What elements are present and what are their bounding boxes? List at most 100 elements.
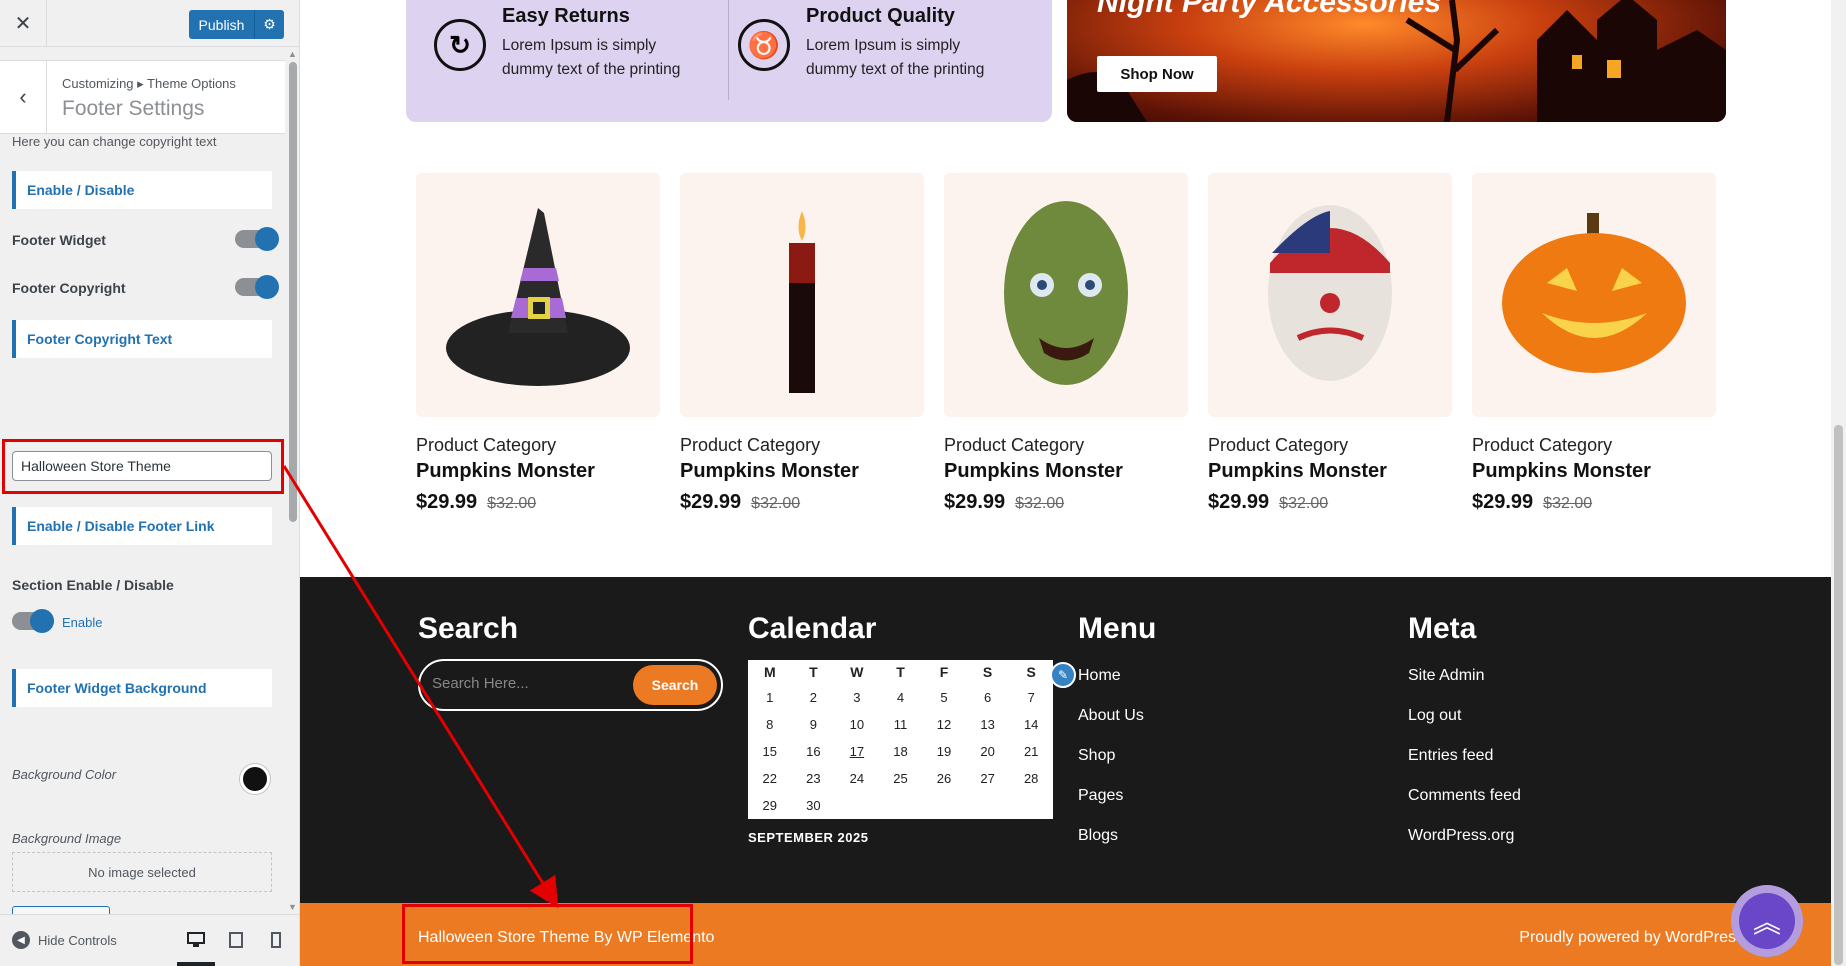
calendar-day: 7: [1027, 690, 1035, 705]
gear-icon[interactable]: ⚙: [254, 10, 284, 39]
zombie-mask-icon: [1004, 201, 1128, 385]
hide-controls-button[interactable]: ◀ Hide Controls: [12, 931, 117, 949]
product-card[interactable]: Product Category Pumpkins Monster $29.99…: [680, 173, 924, 514]
calendar-day: 30: [806, 798, 821, 813]
menu-link-pages[interactable]: Pages: [1078, 787, 1144, 827]
meta-link-site-admin[interactable]: Site Admin: [1408, 667, 1521, 707]
powered-by-text[interactable]: Proudly powered by WordPress: [1519, 929, 1744, 947]
mobile-preview-button[interactable]: [263, 929, 289, 951]
menu-link-shop[interactable]: Shop: [1078, 747, 1144, 787]
product-price: $29.99: [1472, 491, 1534, 513]
footer-copyright-toggle[interactable]: [235, 275, 279, 299]
calendar-day: 16: [806, 744, 821, 759]
footer-meta-widget: Meta: [1408, 612, 1476, 646]
product-name[interactable]: Pumpkins Monster: [1472, 460, 1716, 483]
enable-disable-heading: Enable / Disable: [12, 171, 272, 209]
search-title: Search: [418, 612, 519, 645]
product-prices: $29.99 $32.00: [1472, 491, 1716, 514]
product-image[interactable]: [680, 173, 924, 417]
customizer-footer: ◀ Hide Controls: [0, 914, 299, 966]
calendar-day[interactable]: 17: [835, 738, 879, 765]
menu-link-blogs[interactable]: Blogs: [1078, 827, 1144, 867]
product-card[interactable]: Product Category Pumpkins Monster $29.99…: [944, 173, 1188, 514]
search-button[interactable]: Search: [633, 665, 717, 705]
feature-title: Product Quality: [806, 5, 955, 27]
double-chevron-up-icon: ︽: [1739, 893, 1795, 949]
product-prices: $29.99 $32.00: [416, 491, 660, 514]
meta-link-wordpress-org[interactable]: WordPress.org: [1408, 827, 1521, 867]
search-input[interactable]: Search Here...: [432, 675, 529, 692]
scroll-up-arrow-icon[interactable]: ▲: [288, 49, 297, 59]
product-old-price: $32.00: [487, 495, 537, 512]
sidebar-scrollbar[interactable]: ▲ ▼: [286, 47, 299, 914]
product-image[interactable]: [944, 173, 1188, 417]
product-price: $29.99: [680, 491, 742, 513]
menu-link-about[interactable]: About Us: [1078, 707, 1144, 747]
product-card[interactable]: Product Category Pumpkins Monster $29.99…: [1472, 173, 1716, 514]
menu-title: Menu: [1078, 612, 1157, 645]
publish-label: Publish: [198, 16, 245, 33]
menu-link-home[interactable]: Home: [1078, 667, 1144, 707]
shop-now-button[interactable]: Shop Now: [1097, 56, 1217, 92]
scroll-down-arrow-icon[interactable]: ▼: [288, 902, 297, 912]
flag-mask-icon: [1268, 205, 1392, 381]
product-prices: $29.99 $32.00: [944, 491, 1188, 514]
calendar: MTWTFSS 1 2 3 4 5 6 7 8 9 10 11 12 13 14 15 16 17 18 19 20 2…: [748, 660, 1053, 819]
calendar-title: Calendar: [748, 612, 877, 645]
calendar-week-row: 29 30: [748, 792, 1053, 819]
product-name[interactable]: Pumpkins Monster: [1208, 460, 1452, 483]
calendar-day: 11: [893, 717, 908, 732]
toggle-knob: [255, 227, 279, 251]
highlight-box-copyright: [402, 904, 693, 964]
toggle-knob: [255, 275, 279, 299]
product-price: $29.99: [944, 491, 1006, 513]
close-icon: ✕: [14, 13, 32, 35]
calendar-day: 2: [809, 690, 817, 705]
calendar-day-header: T: [809, 664, 818, 680]
calendar-day: 22: [762, 771, 778, 786]
product-old-price: $32.00: [1543, 495, 1593, 512]
meta-link-logout[interactable]: Log out: [1408, 707, 1521, 747]
edit-pencil-icon[interactable]: ✎: [1050, 662, 1076, 688]
meta-link-entries-feed[interactable]: Entries feed: [1408, 747, 1521, 787]
product-name[interactable]: Pumpkins Monster: [944, 460, 1188, 483]
close-customizer-button[interactable]: ✕: [0, 0, 47, 47]
scrollbar-thumb[interactable]: [289, 62, 297, 522]
publish-button[interactable]: Publish ⚙: [189, 10, 284, 39]
product-name[interactable]: Pumpkins Monster: [680, 460, 924, 483]
footer-widget-toggle[interactable]: [235, 227, 279, 251]
footer-menu-widget: Menu: [1078, 612, 1156, 646]
scroll-to-top-button[interactable]: ︽: [1731, 885, 1803, 957]
meta-link-comments-feed[interactable]: Comments feed: [1408, 787, 1521, 827]
tablet-preview-button[interactable]: [223, 929, 249, 951]
calendar-day: 18: [893, 744, 908, 759]
calendar-week-row: 22 23 24 25 26 27 28: [748, 765, 1053, 792]
highlight-box-input: [2, 439, 284, 494]
feature-product-quality: ♉ Product Quality Lorem Ipsum is simply …: [710, 0, 1050, 105]
product-image[interactable]: [1472, 173, 1716, 417]
desktop-icon: [187, 932, 205, 947]
desktop-preview-button[interactable]: [177, 929, 215, 966]
features-box: ↻ Easy Returns Lorem Ipsum is simply dum…: [406, 0, 1052, 122]
back-button[interactable]: ‹: [0, 61, 47, 133]
calendar-day: 13: [980, 717, 995, 732]
product-name[interactable]: Pumpkins Monster: [416, 460, 660, 483]
calendar-header-row: MTWTFSS: [748, 660, 1053, 684]
calendar-day: 1: [766, 690, 774, 705]
calendar-day: 21: [1023, 744, 1039, 759]
product-image[interactable]: [416, 173, 660, 417]
search-form: Search Here... Search: [418, 659, 723, 711]
preview-scrollbar-thumb[interactable]: [1834, 425, 1843, 965]
product-price: $29.99: [416, 491, 478, 513]
product-card[interactable]: Product Category Pumpkins Monster $29.99…: [416, 173, 660, 514]
section-title: Footer Settings: [62, 97, 205, 120]
calendar-day: 14: [1023, 717, 1039, 732]
calendar-day: 3: [853, 690, 861, 705]
calendar-day: 10: [849, 717, 865, 732]
preview-scrollbar[interactable]: [1831, 0, 1846, 966]
product-image[interactable]: [1208, 173, 1452, 417]
calendar-day: 4: [896, 690, 905, 705]
calendar-day: 20: [980, 744, 995, 759]
product-card[interactable]: Product Category Pumpkins Monster $29.99…: [1208, 173, 1452, 514]
meta-title: Meta: [1408, 612, 1477, 645]
